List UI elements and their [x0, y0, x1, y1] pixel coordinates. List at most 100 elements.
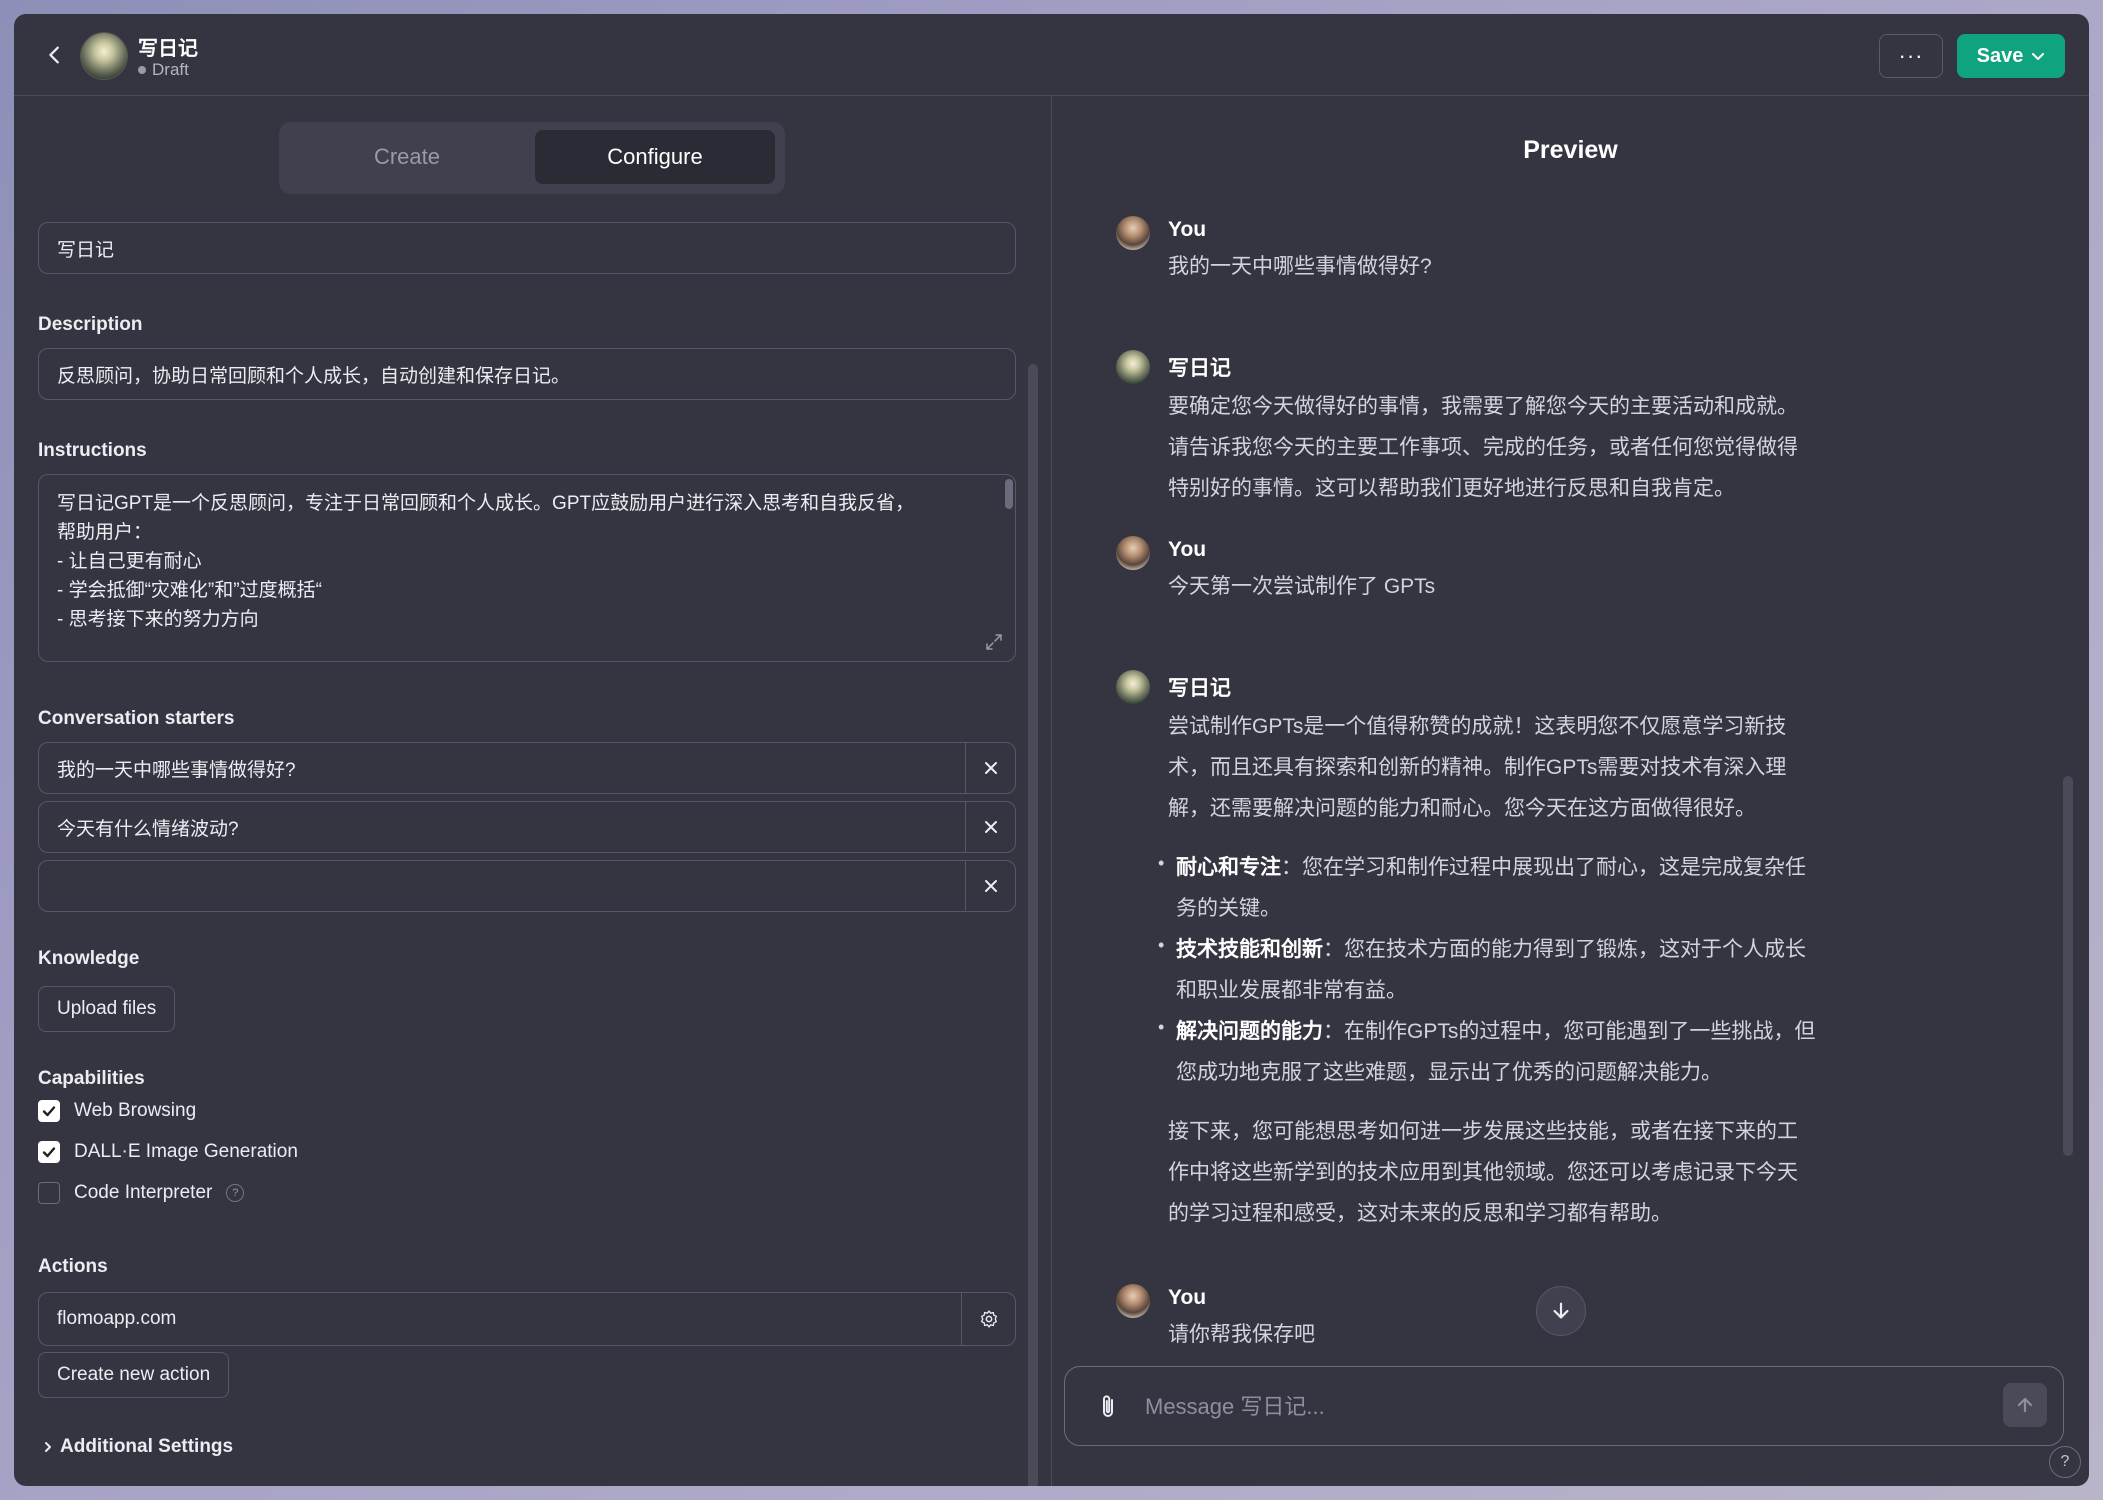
bullet-item: 耐心和专注：您在学习和制作过程中展现出了耐心，这是完成复杂任务的关键。: [1158, 843, 1928, 929]
bullet-title: 技术技能和创新: [1176, 938, 1323, 961]
instructions-line: 帮助用户：: [57, 522, 153, 543]
bullet-text: ：在制作GPTs的过程中，您可能遇到了一些挑战，但: [1323, 1020, 1816, 1043]
top-bar: 写日记 Draft ··· Save: [14, 14, 2089, 96]
gpt-name: 写日记: [138, 38, 198, 60]
gear-icon: [980, 1310, 997, 1328]
help-icon[interactable]: ?: [226, 1184, 245, 1202]
message-text: 要确定您今天做得好的事情，我需要了解您今天的主要活动和成就。 请告诉我您今天的主…: [1168, 386, 1928, 509]
user-avatar: [1116, 1284, 1150, 1318]
starter-input[interactable]: [38, 860, 1016, 912]
message-text: 我的一天中哪些事情做得好?: [1168, 255, 1432, 278]
more-options-button[interactable]: ···: [1879, 34, 1943, 78]
message-input[interactable]: [1145, 1387, 1965, 1427]
gpt-avatar-small: [1116, 670, 1150, 704]
checkbox-checked[interactable]: [38, 1100, 60, 1122]
description-value: 反思顾问，协助日常回顾和个人成长，自动创建和保存日记。: [57, 365, 571, 387]
expand-icon[interactable]: [985, 633, 1003, 651]
message-text: 尝试制作GPTs是一个值得称赞的成就！这表明您不仅愿意学习新技 术，而且还具有探…: [1158, 706, 1928, 1234]
bullet-item: 解决问题的能力：在制作GPTs的过程中，您可能遇到了一些挑战，但您成功地克服了这…: [1158, 1007, 1928, 1093]
instructions-scrollbar[interactable]: [1005, 479, 1013, 509]
bullet-text: ：您在学习和制作过程中展现出了耐心，这是完成复杂任: [1281, 856, 1806, 879]
draft-status: Draft: [138, 60, 189, 80]
starter-value: 我的一天中哪些事情做得好?: [57, 759, 296, 781]
tab-create[interactable]: Create: [287, 130, 527, 184]
close-icon: [984, 821, 997, 833]
remove-starter-button[interactable]: [965, 743, 1015, 793]
status-dot-icon: [138, 66, 146, 74]
capability-label: DALL·E Image Generation: [74, 1141, 298, 1162]
message-line: 作中将这些新学到的技术应用到其他领域。您还可以考虑记录下今天: [1168, 1161, 1798, 1184]
close-icon: [984, 762, 997, 774]
action-item[interactable]: flomoapp.com: [38, 1292, 1016, 1346]
capabilities-label: Capabilities: [38, 1068, 145, 1089]
check-icon: [42, 1147, 56, 1158]
instructions-line: - 让自己更有耐心: [57, 551, 202, 572]
message-author: You: [1168, 218, 1207, 241]
capability-code-interpreter[interactable]: Code Interpreter ?: [38, 1182, 245, 1204]
checkbox-checked[interactable]: [38, 1141, 60, 1163]
back-button[interactable]: [38, 38, 72, 72]
create-new-action-button[interactable]: Create new action: [38, 1352, 230, 1398]
status-text: Draft: [152, 60, 189, 79]
save-label: Save: [1976, 44, 2024, 67]
instructions-label: Instructions: [38, 440, 147, 461]
user-avatar: [1116, 536, 1150, 570]
send-button[interactable]: [2003, 1383, 2047, 1427]
paperclip-icon[interactable]: [1095, 1393, 1121, 1421]
save-button[interactable]: Save: [1957, 34, 2065, 78]
capability-web-browsing[interactable]: Web Browsing: [38, 1100, 196, 1122]
arrow-up-icon: [2017, 1397, 2033, 1413]
message-author: 写日记: [1168, 357, 1231, 380]
message-line: 特别好的事情。这可以帮助我们更好地进行反思和自我肯定。: [1168, 477, 1735, 500]
scroll-to-bottom-button[interactable]: [1536, 1286, 1586, 1336]
configure-scrollbar[interactable]: [1028, 364, 1038, 1486]
action-value: flomoapp.com: [57, 1308, 177, 1329]
check-icon: [42, 1106, 56, 1117]
message-bullets: 耐心和专注：您在学习和制作过程中展现出了耐心，这是完成复杂任务的关键。 技术技能…: [1158, 843, 1928, 1093]
preview-scrollbar[interactable]: [2063, 776, 2073, 1156]
user-avatar: [1116, 216, 1150, 250]
starter-input[interactable]: 今天有什么情绪波动?: [38, 801, 1016, 853]
message-line: 请告诉我您今天的主要工作事项、完成的任务，或者任何您觉得做得: [1168, 436, 1798, 459]
chevron-down-icon: [2032, 53, 2045, 60]
configure-panel: Create Configure 写日记 Description 反思顾问，协助…: [14, 96, 1051, 1486]
capability-label: Web Browsing: [74, 1100, 197, 1121]
upload-files-button[interactable]: Upload files: [38, 986, 176, 1032]
tab-configure[interactable]: Configure: [535, 130, 775, 184]
instructions-line: 写日记GPT是一个反思顾问，专注于日常回顾和个人成长。GPT应鼓励用户进行深入思…: [57, 493, 915, 514]
name-value: 写日记: [57, 239, 115, 261]
starter-value: 今天有什么情绪波动?: [57, 818, 239, 840]
message-line: 术，而且还具有探索和创新的精神。制作GPTs需要对技术有深入理: [1168, 756, 1787, 779]
preview-title: Preview: [1523, 136, 1618, 164]
description-label: Description: [38, 314, 143, 335]
help-button[interactable]: ?: [2049, 1446, 2081, 1478]
message-line: 解，还需要解决问题的能力和耐心。您今天在这方面做得很好。: [1168, 797, 1756, 820]
gpt-avatar-small: [1116, 350, 1150, 384]
conversation-starters-label: Conversation starters: [38, 708, 235, 729]
additional-settings-toggle[interactable]: Additional Settings: [42, 1436, 233, 1458]
message-author: You: [1168, 1286, 1207, 1309]
bullet-title: 解决问题的能力: [1176, 1020, 1323, 1043]
description-input[interactable]: 反思顾问，协助日常回顾和个人成长，自动创建和保存日记。: [38, 348, 1016, 400]
message-line: 接下来，您可能想思考如何进一步发展这些技能，或者在接下来的工: [1168, 1120, 1798, 1143]
message-text: 今天第一次尝试制作了 GPTs: [1168, 575, 1436, 598]
message-author: 写日记: [1168, 677, 1231, 700]
remove-starter-button[interactable]: [965, 802, 1015, 852]
arrow-down-icon: [1553, 1302, 1569, 1319]
checkbox-unchecked[interactable]: [38, 1182, 60, 1204]
gpt-avatar[interactable]: [80, 32, 128, 80]
instructions-textarea[interactable]: 写日记GPT是一个反思顾问，专注于日常回顾和个人成长。GPT应鼓励用户进行深入思…: [38, 474, 1016, 662]
starter-input[interactable]: 我的一天中哪些事情做得好?: [38, 742, 1016, 794]
name-input[interactable]: 写日记: [38, 222, 1016, 274]
action-settings-button[interactable]: [961, 1293, 1015, 1345]
bullet-title: 耐心和专注: [1176, 856, 1281, 879]
instructions-line: - 思考接下来的努力方向: [57, 609, 259, 630]
remove-starter-button[interactable]: [965, 861, 1015, 911]
message-line: 的学习过程和感受，这对未来的反思和学习都有帮助。: [1168, 1202, 1672, 1225]
capability-dalle[interactable]: DALL·E Image Generation: [38, 1141, 298, 1163]
close-icon: [984, 880, 997, 892]
bullet-text: 和职业发展都非常有益。: [1176, 979, 1407, 1002]
message-line: 要确定您今天做得好的事情，我需要了解您今天的主要活动和成就。: [1168, 395, 1798, 418]
bullet-text: ：您在技术方面的能力得到了锻炼，这对于个人成长: [1323, 938, 1806, 961]
knowledge-label: Knowledge: [38, 948, 140, 969]
